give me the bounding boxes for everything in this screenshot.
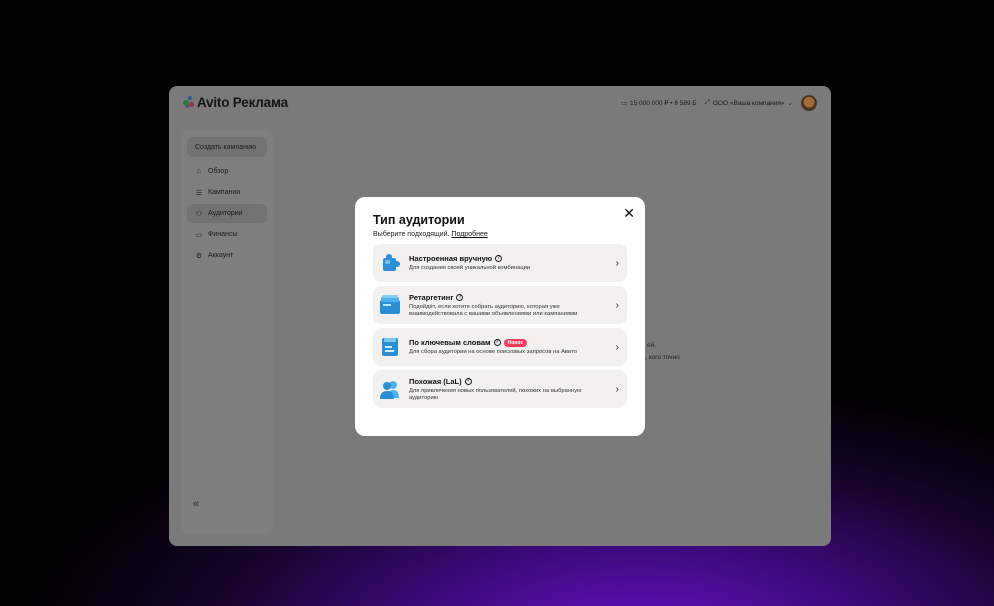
collapse-sidebar-icon[interactable]: «	[193, 498, 199, 510]
modal-subtitle: Выберите подходящий. Подробнее	[373, 231, 627, 238]
sidebar-item-label: Аккаунт	[208, 252, 234, 259]
help-icon[interactable]: ?	[495, 255, 503, 263]
wallet-icon: ▭	[620, 100, 627, 107]
users-icon: ⚇	[195, 210, 203, 218]
company-switcher[interactable]: ⤢ ООО «Ваша компания» ⌄	[705, 99, 793, 107]
more-link[interactable]: Подробнее	[451, 231, 487, 238]
background-text-fragment: ей.	[647, 342, 657, 349]
sidebar-item-overview[interactable]: ⌂ Обзор	[187, 162, 267, 181]
sidebar-item-label: Аудитории	[208, 210, 243, 217]
logo[interactable]: Avito Реклама	[183, 95, 288, 110]
chevron-right-icon: ›	[615, 299, 619, 311]
option-title-row: Ретаргетинг ?	[409, 293, 612, 302]
sidebar-item-account[interactable]: ⚙ Аккаунт	[187, 246, 267, 265]
subtitle-text: Выберите подходящий.	[373, 231, 450, 238]
help-icon[interactable]: ?	[464, 378, 472, 385]
create-campaign-button[interactable]: Создать кампанию	[187, 137, 267, 157]
sidebar-item-audiences[interactable]: ⚇ Аудитории	[187, 204, 267, 223]
document-icon	[379, 336, 401, 358]
logo-dots-icon	[183, 96, 195, 109]
help-icon[interactable]: ?	[493, 339, 501, 347]
option-body: Похожая (LaL) ? Для привлечения новых по…	[409, 377, 612, 401]
company-name: ООО «Ваша компания»	[712, 99, 785, 107]
gear-icon: ⚙	[195, 252, 203, 260]
list-icon: ☰	[195, 189, 203, 197]
sidebar-item-label: Финансы	[208, 231, 238, 238]
option-title: Похожая (LaL)	[409, 377, 462, 386]
logo-text: Avito Реклама	[197, 95, 288, 110]
option-body: Настроенная вручную ? Для создания своей…	[409, 254, 612, 272]
new-badge: Новое	[503, 338, 528, 347]
sidebar-item-campaigns[interactable]: ☰ Кампании	[187, 183, 267, 202]
wallet-icon: ▭	[195, 231, 203, 239]
option-desc: Для сбора аудитории на основе поисковых …	[409, 349, 578, 356]
puzzle-icon	[379, 252, 401, 274]
option-title: По ключевым словам	[409, 338, 491, 348]
option-body: По ключевым словам ? Новое Для сбора ауд…	[409, 338, 612, 356]
chevron-right-icon: ›	[615, 257, 619, 269]
option-manual[interactable]: Настроенная вручную ? Для создания своей…	[373, 244, 627, 282]
overview-icon: ⌂	[196, 168, 202, 175]
background-text-fragment: , кого точно	[645, 354, 680, 361]
audience-type-modal: ✕ Тип аудитории Выберите подходящий. Под…	[355, 197, 645, 436]
option-desc: Для привлечения новых пользователей, пох…	[409, 388, 582, 401]
option-title-row: По ключевым словам ? Новое	[409, 338, 612, 347]
sidebar: Создать кампанию ⌂ Обзор ☰ Кампании ⚇ Ау…	[181, 130, 273, 534]
option-desc: Подойдёт, если хотите собрать аудиторию,…	[409, 304, 578, 317]
option-title: Ретаргетинг	[409, 293, 454, 302]
balance[interactable]: ▭ 15 000 000 ₽ • 6 589 Б	[621, 99, 697, 107]
sidebar-item-label: Кампании	[208, 189, 241, 196]
balance-text: 15 000 000 ₽ • 6 589 Б	[629, 100, 697, 107]
close-icon[interactable]: ✕	[623, 205, 635, 222]
option-title: Настроенная вручную	[409, 254, 493, 264]
option-desc: Для создания своей уникальной комбинации	[409, 265, 531, 272]
sidebar-item-finance[interactable]: ▭ Финансы	[187, 225, 267, 244]
option-retargeting[interactable]: Ретаргетинг ? Подойдёт, если хотите собр…	[373, 286, 627, 324]
modal-title: Тип аудитории	[373, 213, 465, 227]
option-keywords[interactable]: По ключевым словам ? Новое Для сбора ауд…	[373, 328, 627, 366]
link-icon: ⤢	[704, 99, 710, 106]
chevron-down-icon: ⌄	[787, 100, 793, 107]
people-icon	[379, 378, 401, 400]
option-title-row: Настроенная вручную ?	[409, 254, 612, 263]
top-bar: Avito Реклама ▭ 15 000 000 ₽ • 6 589 Б ⤢…	[169, 86, 831, 120]
chevron-right-icon: ›	[615, 341, 619, 353]
option-lookalike[interactable]: Похожая (LaL) ? Для привлечения новых по…	[373, 370, 627, 408]
avatar[interactable]	[801, 95, 817, 111]
option-body: Ретаргетинг ? Подойдёт, если хотите собр…	[409, 293, 612, 317]
chevron-right-icon: ›	[615, 383, 619, 395]
stack-icon	[379, 294, 401, 316]
option-title-row: Похожая (LaL) ?	[409, 377, 612, 386]
sidebar-item-label: Обзор	[208, 168, 229, 175]
help-icon[interactable]: ?	[456, 294, 464, 301]
header-actions: ▭ 15 000 000 ₽ • 6 589 Б ⤢ ООО «Ваша ком…	[621, 95, 817, 111]
